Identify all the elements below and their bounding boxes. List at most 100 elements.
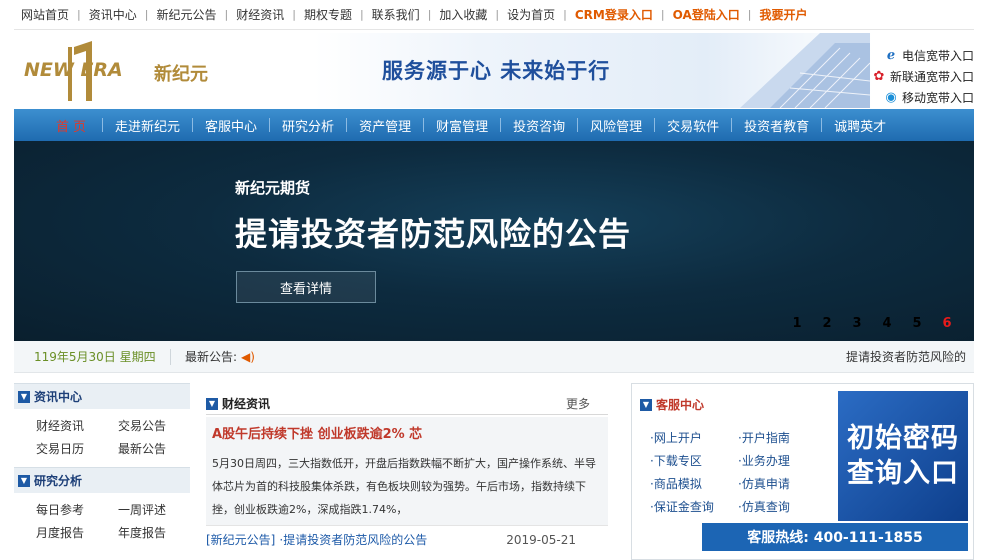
divider: [170, 348, 171, 365]
password-query-button[interactable]: 初始密码 查询入口: [838, 391, 968, 521]
featured-summary: 5月30日周四，三大指数低开，开盘后指数跌幅不断扩大，国产操作系统、半导体芯片为…: [212, 457, 596, 516]
list-item[interactable]: [新纪元公告] ·提请投资者防范风险的公告 2019-05-21: [206, 525, 608, 553]
hero-banner[interactable]: 新纪元期货 提请投资者防范风险的公告 查看详情 1 2 3 4 5 6: [14, 141, 974, 341]
top-links-bar: 网站首页 | 资讯中心 | 新纪元公告 | 财经资讯 | 期权专题 | 联系我们…: [14, 0, 974, 30]
nav-item-research[interactable]: 研究分析: [270, 109, 346, 141]
nav-item-consulting[interactable]: 投资咨询: [501, 109, 577, 141]
nav-item-education[interactable]: 投资者教育: [732, 109, 821, 141]
featured-article[interactable]: A股午后持续下挫 创业板跌逾2% 芯 5月30日周四，三大指数低开，开盘后指数跌…: [206, 417, 608, 525]
banner-page-1[interactable]: 1: [782, 316, 812, 331]
article-title[interactable]: ·提请投资者防范风险的公告: [279, 531, 427, 548]
panel-title: 财经资讯: [222, 397, 271, 411]
banner-page-3[interactable]: 3: [842, 316, 872, 331]
logo-english: NEW ERA: [24, 59, 123, 81]
link-daily-reference[interactable]: 每日参考: [36, 501, 118, 518]
down-arrow-icon: ▼: [18, 474, 30, 487]
info-strip: 119年5月30日 星期四 最新公告: ◀) 提请投资者防范风险的: [14, 341, 974, 373]
nav-item-about[interactable]: 走进新纪元: [103, 109, 192, 141]
view-details-button[interactable]: 查看详情: [236, 271, 376, 303]
query-line-2: 查询入口: [847, 458, 959, 489]
telecom-icon: ℯ: [886, 48, 896, 63]
slogan-text: 服务源于心 未来始于行: [382, 59, 611, 83]
top-link-announcements[interactable]: 新纪元公告: [148, 6, 224, 23]
link-account-guide[interactable]: ·开户指南: [738, 429, 828, 446]
nav-item-home[interactable]: 首页: [44, 109, 102, 141]
service-links: ·网上开户 ·开户指南 ·下载专区 ·业务办理 ·商品模拟 ·仿真申请 ·保证金…: [650, 429, 828, 515]
panel-header: ▼ 客服中心: [640, 396, 704, 413]
nav-item-asset-mgmt[interactable]: 资产管理: [347, 109, 423, 141]
service-hotline: 客服热线: 400-111-1855: [702, 523, 968, 551]
link-downloads[interactable]: ·下载专区: [650, 452, 738, 469]
isp-link-mobile[interactable]: ◉ 移动宽带入口: [862, 87, 974, 108]
site-header: NEW ERA 新纪元 服务源于心 未来始于行 ℯ 电信宽带入口 ✿ 新联通宽带…: [14, 33, 974, 108]
link-finance-news[interactable]: 财经资讯: [36, 417, 118, 434]
banner-page-5[interactable]: 5: [902, 316, 932, 331]
section-head-research: ▼ 研究分析: [14, 467, 190, 493]
nav-item-wealth[interactable]: 财富管理: [424, 109, 500, 141]
open-account-link[interactable]: 我要开户: [751, 6, 815, 23]
finance-news-panel: ▼ 财经资讯 更多 A股午后持续下挫 创业板跌逾2% 芯 5月30日周四，三大指…: [206, 393, 608, 560]
link-simulation[interactable]: ·商品模拟: [650, 475, 738, 492]
nav-item-risk[interactable]: 风险管理: [578, 109, 654, 141]
top-link-finance-news[interactable]: 财经资讯: [228, 6, 292, 23]
isp-label: 移动宽带入口: [901, 91, 974, 105]
company-logo[interactable]: NEW ERA 新纪元: [24, 37, 234, 103]
nav-item-service[interactable]: 客服中心: [193, 109, 269, 141]
current-date: 119年5月30日 星期四: [34, 350, 156, 364]
top-link-news-center[interactable]: 资讯中心: [81, 6, 145, 23]
research-links: 每日参考 一周评述 月度报告 年度报告: [14, 493, 190, 547]
query-line-1: 初始密码: [847, 422, 959, 454]
banner-page-2[interactable]: 2: [812, 316, 842, 331]
mobile-icon: ◉: [885, 90, 897, 105]
link-business[interactable]: ·业务办理: [738, 452, 828, 469]
panel-title: 客服中心: [656, 398, 705, 412]
article-date: 2019-05-21: [506, 532, 576, 547]
news-links: 财经资讯 交易公告 交易日历 最新公告: [14, 409, 190, 463]
link-latest-notices[interactable]: 最新公告: [118, 440, 200, 457]
isp-label: 电信宽带入口: [901, 49, 974, 63]
featured-title[interactable]: A股午后持续下挫 创业板跌逾2% 芯: [212, 423, 602, 442]
section-head-news: ▼ 资讯中心: [14, 383, 190, 409]
banner-page-6[interactable]: 6: [932, 316, 962, 331]
service-center-panel: ▼ 客服中心 ·网上开户 ·开户指南 ·下载专区 ·业务办理 ·商品模拟 ·仿真…: [631, 383, 974, 560]
link-sim-apply[interactable]: ·仿真申请: [738, 475, 828, 492]
speaker-icon: ◀): [241, 349, 255, 364]
link-online-account[interactable]: ·网上开户: [650, 429, 738, 446]
notice-marquee-link[interactable]: 提请投资者防范风险的: [846, 348, 966, 365]
link-trade-notices[interactable]: 交易公告: [118, 417, 200, 434]
section-title: 研究分析: [34, 474, 83, 488]
link-annual-report[interactable]: 年度报告: [118, 524, 200, 541]
nav-item-software[interactable]: 交易软件: [655, 109, 731, 141]
article-category[interactable]: [新纪元公告]: [206, 531, 275, 548]
nav-item-careers[interactable]: 诚聘英才: [822, 109, 898, 141]
link-sim-query[interactable]: ·仿真查询: [738, 498, 828, 515]
top-link-contact[interactable]: 联系我们: [364, 6, 428, 23]
crm-login-link[interactable]: CRM登录入口: [567, 6, 661, 23]
top-link-set-homepage[interactable]: 设为首页: [499, 6, 563, 23]
link-margin-query[interactable]: ·保证金查询: [650, 498, 738, 515]
top-link-favorite[interactable]: 加入收藏: [431, 6, 495, 23]
down-arrow-icon: ▼: [640, 398, 652, 411]
main-nav: 首页 走进新纪元 客服中心 研究分析 资产管理 财富管理 投资咨询 风险管理 交…: [14, 109, 974, 141]
isp-label: 新联通宽带入口: [889, 70, 974, 84]
isp-link-telecom[interactable]: ℯ 电信宽带入口: [862, 45, 974, 66]
down-arrow-icon: ▼: [206, 397, 218, 410]
link-weekly-review[interactable]: 一周评述: [118, 501, 200, 518]
section-title: 资讯中心: [34, 390, 83, 404]
down-arrow-icon: ▼: [18, 390, 30, 403]
isp-link-unicom[interactable]: ✿ 新联通宽带入口: [862, 66, 974, 87]
logo-chinese: 新纪元: [154, 64, 208, 85]
unicom-icon: ✿: [873, 69, 885, 84]
building-graphic-icon: [740, 33, 870, 108]
panel-header: ▼ 财经资讯 更多: [206, 393, 608, 415]
latest-notice-label: 最新公告:: [185, 350, 238, 364]
oa-login-link[interactable]: OA登陆入口: [665, 6, 748, 23]
banner-pagination: 1 2 3 4 5 6: [782, 316, 962, 331]
more-link[interactable]: 更多: [566, 395, 590, 412]
top-link-options[interactable]: 期权专题: [296, 6, 360, 23]
link-trade-calendar[interactable]: 交易日历: [36, 440, 118, 457]
link-monthly-report[interactable]: 月度报告: [36, 524, 118, 541]
top-link-home[interactable]: 网站首页: [14, 6, 77, 23]
banner-title: 提请投资者防范风险的公告: [235, 215, 632, 253]
banner-page-4[interactable]: 4: [872, 316, 902, 331]
